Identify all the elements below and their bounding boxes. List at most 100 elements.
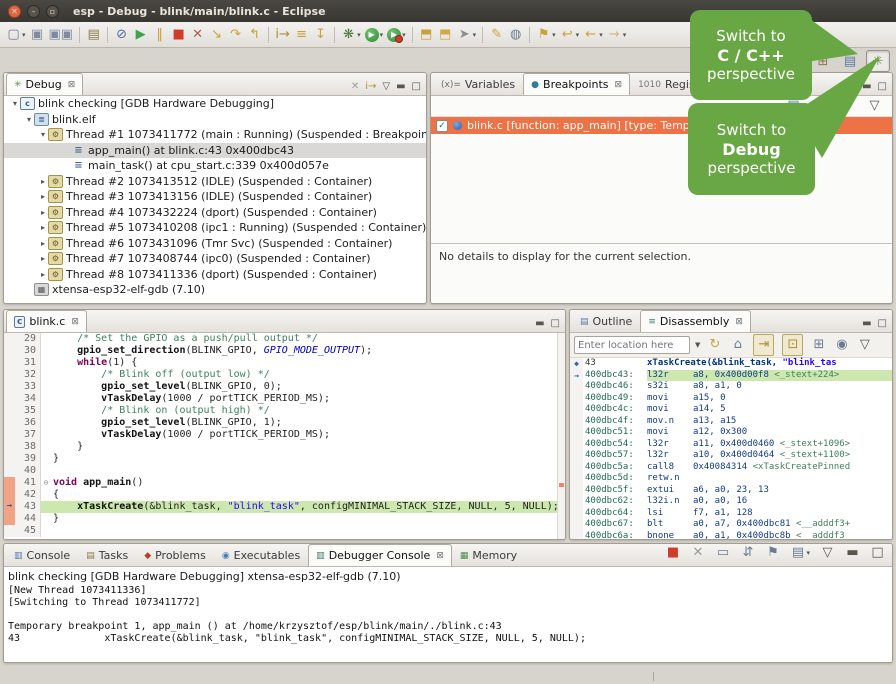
dropdown-icon[interactable]: ▾ xyxy=(576,31,580,39)
editor-line[interactable]: 29 /* Set the GPIO as a push/pull output… xyxy=(4,333,565,345)
dropdown-icon[interactable]: ▾ xyxy=(806,549,810,557)
debug-tree-item[interactable]: ▸⚙Thread #4 1073432224 (dport) (Suspende… xyxy=(4,205,426,221)
resume-button[interactable]: ▶ xyxy=(131,25,150,45)
disassembly-source-row[interactable]: ◆43xTaskCreate(&blink_task, "blink_tas xyxy=(570,358,892,370)
expander-icon[interactable]: ▸ xyxy=(38,270,48,279)
editor-line[interactable]: 34 vTaskDelay(1000 / portTICK_PERIOD_MS)… xyxy=(4,393,565,405)
clear-console-button[interactable]: ▭ xyxy=(713,543,732,563)
editor-line[interactable]: 35 /* Blink on (output high) */ xyxy=(4,405,565,417)
maximize-icon[interactable]: □ xyxy=(878,318,887,329)
maximize-button[interactable]: □ xyxy=(412,81,421,92)
overview-ruler[interactable] xyxy=(557,333,565,540)
external-tools-button[interactable]: ▶▾ xyxy=(385,25,408,45)
tab-variables[interactable]: (x)=Variables xyxy=(433,73,523,95)
debug-tree-item[interactable]: ▸⚙Thread #7 1073408744 (ipc0) (Suspended… xyxy=(4,251,426,267)
disassembly-row[interactable]: 400dbc54:l32ra11, 0x400d0460 <_stext+109… xyxy=(570,439,892,451)
disassembly-row[interactable]: 400dbc57:l32ra10, 0x400d0464 <_stext+110… xyxy=(570,450,892,462)
editor-line[interactable]: 40 xyxy=(4,465,565,477)
expander-icon[interactable]: ▸ xyxy=(38,223,48,232)
expander-icon[interactable]: ▸ xyxy=(38,239,48,248)
view-menu-button[interactable]: ▽ xyxy=(818,543,837,563)
debug-tree-item[interactable]: ▸⚙Thread #3 1073413156 (IDLE) (Suspended… xyxy=(4,189,426,205)
debug-tree-item[interactable]: ≡app_main() at blink.c:43 0x400dbc43 xyxy=(4,143,426,159)
track-expression-button[interactable]: ⊡ xyxy=(780,335,805,355)
editor-line[interactable]: 32 /* Blink off (output low) */ xyxy=(4,369,565,381)
location-dropdown-icon[interactable]: ▼ xyxy=(695,341,700,349)
open-perspective-button[interactable]: ⊞ xyxy=(812,51,834,71)
pin-view-button[interactable]: ◉ xyxy=(832,335,851,355)
run-button[interactable]: ▶▾ xyxy=(363,25,386,45)
dropdown-icon[interactable]: ▾ xyxy=(22,31,26,39)
tab-tasks[interactable]: ▤Tasks xyxy=(78,544,136,566)
refresh-button[interactable]: ↻ xyxy=(705,335,724,355)
editor-line[interactable]: 37 vTaskDelay(1000 / portTICK_PERIOD_MS)… xyxy=(4,429,565,441)
close-icon[interactable]: ⊠ xyxy=(436,551,444,561)
tab-disassembly[interactable]: ≡ Disassembly ⊠ xyxy=(640,310,751,332)
instruction-stepping-button[interactable]: i→ xyxy=(273,25,292,45)
cpp-perspective-button[interactable]: ▤ xyxy=(839,51,861,71)
editor-line[interactable]: 39} xyxy=(4,453,565,465)
expander-icon[interactable]: ▸ xyxy=(38,254,48,263)
breakpoint-row[interactable]: ✓ blink.c [function: app_main] [type: Te… xyxy=(431,117,892,134)
disassembly-row[interactable]: →400dbc43:l32ra8, 0x400d00f8 <_stext+224… xyxy=(570,370,892,382)
instruction-stepping-toggle[interactable]: i→ xyxy=(365,81,376,92)
build-button[interactable]: ▤ xyxy=(84,25,103,45)
minimize-button[interactable]: – xyxy=(27,5,40,18)
disassembly-row[interactable]: 400dbc46:s32ia8, a1, 0 xyxy=(570,381,892,393)
editor-line[interactable]: →43 xTaskCreate(&blink_task, "blink_task… xyxy=(4,501,565,513)
tab-blink-c[interactable]: c blink.c ⊠ xyxy=(6,310,87,332)
debug-button[interactable]: ❋▾ xyxy=(339,25,363,45)
tab-problems[interactable]: ◆Problems xyxy=(136,544,214,566)
dropdown-icon[interactable]: ▾ xyxy=(357,31,361,39)
close-icon[interactable]: ⊠ xyxy=(68,80,76,90)
tab-console[interactable]: ▥Console xyxy=(6,544,78,566)
dropdown-icon[interactable]: ▾ xyxy=(552,31,556,39)
remove-all-terminated-button[interactable]: ✕ xyxy=(351,81,359,92)
save-button[interactable]: ▣ xyxy=(28,25,47,45)
format-button[interactable]: ✎ xyxy=(487,25,506,45)
debug-tree-item[interactable]: ▾cblink checking [GDB Hardware Debugging… xyxy=(4,96,426,112)
status-splitter[interactable] xyxy=(653,672,654,681)
new-wizard-button[interactable]: ▢▾ xyxy=(4,25,28,45)
disassembly-row[interactable]: 400dbc62:l32i.na0, a0, 16 xyxy=(570,496,892,508)
suspend-button[interactable]: ‖ xyxy=(150,25,169,45)
terminate-console-button[interactable]: ■ xyxy=(663,543,682,563)
web-button[interactable]: ◍ xyxy=(506,25,525,45)
disassembly-row[interactable]: 400dbc5d:retw.n xyxy=(570,473,892,485)
home-button[interactable]: ⌂ xyxy=(728,335,747,355)
tab-debug[interactable]: ✳ Debug ⊠ xyxy=(6,73,83,95)
pin-console-button[interactable]: ⚑ xyxy=(763,543,782,563)
open-folder-button[interactable]: ⬒ xyxy=(436,25,455,45)
dropdown-icon[interactable]: ▾ xyxy=(473,31,477,39)
dropdown-icon[interactable]: ▾ xyxy=(623,31,627,39)
disassembly-row[interactable]: 400dbc5f:extuia6, a0, 23, 13 xyxy=(570,485,892,497)
expander-icon[interactable]: ▾ xyxy=(10,99,20,108)
maximize-button[interactable]: ▫ xyxy=(46,5,59,18)
maximize-button[interactable]: □ xyxy=(868,543,887,563)
disassembly-row[interactable]: 400dbc4c:movia14, 5 xyxy=(570,404,892,416)
disassembly-row[interactable]: 400dbc51:movia12, 0x300 xyxy=(570,427,892,439)
expander-icon[interactable]: ▾ xyxy=(38,130,48,139)
disassembly-row[interactable]: 400dbc6a:bnonea0, a1, 0x400dbc8b <__addd… xyxy=(570,531,892,541)
editor-line[interactable]: 33 gpio_set_level(BLINK_GPIO, 0); xyxy=(4,381,565,393)
location-input[interactable] xyxy=(574,336,690,354)
debug-tree-item[interactable]: ▦xtensa-esp32-elf-gdb (7.10) xyxy=(4,282,426,298)
editor-line[interactable]: 41⊖void app_main() xyxy=(4,477,565,489)
minimize-icon[interactable]: ▬ xyxy=(535,318,544,329)
editor-line[interactable]: 36 gpio_set_level(BLINK_GPIO, 1); xyxy=(4,417,565,429)
tab-breakpoints[interactable]: ●Breakpoints⊠ xyxy=(523,73,630,95)
sync-pc-button[interactable]: ⇥ xyxy=(751,335,776,355)
view-menu-button[interactable]: ▽ xyxy=(865,96,884,116)
editor-line[interactable]: 31 while(1) { xyxy=(4,357,565,369)
fold-icon[interactable]: ⊖ xyxy=(41,477,51,489)
new-view-button[interactable]: ⊞ xyxy=(809,335,828,355)
disassembly-row[interactable]: 400dbc67:blta0, a7, 0x400dbc81 <__adddf3… xyxy=(570,519,892,531)
forward-button[interactable]: →▾ xyxy=(605,25,629,45)
view-menu-button[interactable]: ▽ xyxy=(382,81,390,92)
debug-tree-item[interactable]: ≡main_task() at cpu_start.c:339 0x400d05… xyxy=(4,158,426,174)
step-return-button[interactable]: ↰ xyxy=(245,25,264,45)
dropdown-icon[interactable]: ▾ xyxy=(599,31,603,39)
code-editor[interactable]: 29 /* Set the GPIO as a push/pull output… xyxy=(4,333,565,540)
disassembly-row[interactable]: 400dbc49:movia15, 0 xyxy=(570,393,892,405)
debug-tree-item[interactable]: ▸⚙Thread #6 1073431096 (Tmr Svc) (Suspen… xyxy=(4,236,426,252)
